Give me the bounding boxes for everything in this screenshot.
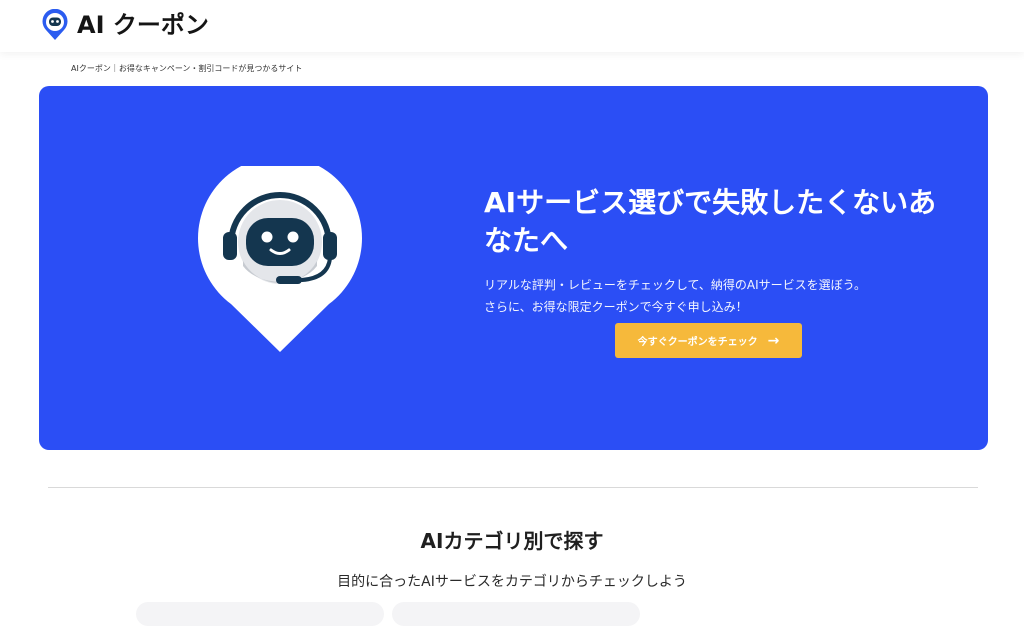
site-header: AI クーポン — [0, 0, 1024, 52]
category-section-subtitle: 目的に合ったAIサービスをカテゴリからチェックしよう — [337, 574, 687, 590]
hero-text: AIサービス選びで失敗したくないあなたへ リアルな評判・レビューをチェックして、… — [484, 184, 954, 318]
category-card[interactable] — [392, 602, 640, 626]
hero-description-line-2: さらに、お得な限定クーポンで今すぐ申し込み！ — [484, 300, 748, 314]
logo-text: AI クーポン — [77, 11, 209, 39]
hero-banner: AIサービス選びで失敗したくないあなたへ リアルな評判・レビューをチェックして、… — [39, 86, 988, 450]
breadcrumb[interactable]: AIクーポン｜お得なキャンペーン・割引コードが見つかるサイト — [71, 63, 302, 74]
check-coupon-button-label: 今すぐクーポンをチェック — [637, 337, 758, 348]
section-divider — [48, 487, 978, 488]
arrow-right-icon: → — [767, 332, 780, 349]
check-coupon-button[interactable]: 今すぐクーポンをチェック → — [615, 323, 802, 358]
category-card[interactable] — [136, 602, 384, 626]
hero-title: AIサービス選びで失敗したくないあなたへ — [484, 186, 937, 257]
robot-headset-pin-icon — [198, 166, 362, 352]
category-section-title: AIカテゴリ別で探す — [420, 529, 604, 553]
hero-description-line-1: リアルな評判・レビューをチェックして、納得のAIサービスを選ぼう。 — [484, 278, 866, 292]
robot-map-pin-icon — [42, 9, 68, 40]
site-logo[interactable]: AI クーポン — [41, 9, 209, 41]
hero-description: リアルな評判・レビューをチェックして、納得のAIサービスを選ぼう。 さらに、お得… — [484, 274, 954, 318]
